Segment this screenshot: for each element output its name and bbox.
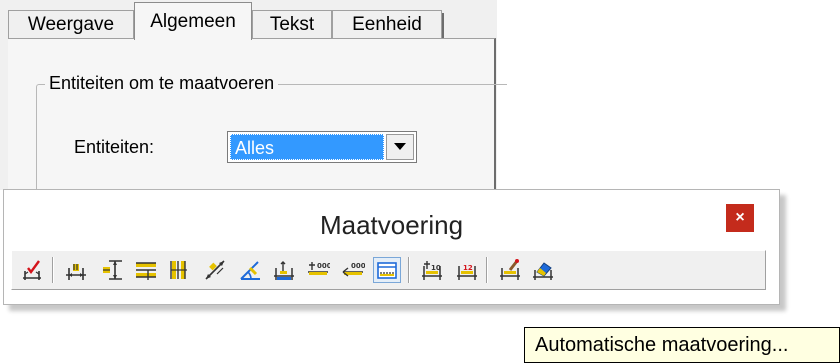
ordinate-dimension-icon bbox=[170, 261, 187, 279]
erase-dimension-button[interactable] bbox=[529, 257, 557, 283]
edit-dimension-text-icon: 10 bbox=[422, 261, 442, 280]
tab-algemeen[interactable]: Algemeen bbox=[134, 2, 252, 40]
entities-select[interactable]: Alles bbox=[227, 131, 417, 163]
tab-tekst[interactable]: Tekst bbox=[252, 10, 332, 38]
svg-text:12: 12 bbox=[463, 264, 473, 272]
vertical-dimension-button[interactable] bbox=[98, 257, 126, 283]
dimension-properties-icon bbox=[500, 259, 520, 280]
erase-dimension-icon bbox=[533, 262, 553, 280]
vertical-ordinate-button[interactable]: 000 bbox=[339, 257, 367, 283]
horizontal-ordinate-icon: 000 bbox=[308, 262, 330, 275]
horizontal-ordinate-button[interactable]: 000 bbox=[304, 257, 332, 283]
vertical-dimension-icon bbox=[103, 260, 122, 280]
tab-shadow bbox=[442, 13, 444, 38]
angular-dimension-button[interactable] bbox=[236, 257, 264, 283]
toolbar-separator bbox=[486, 257, 488, 283]
baseline-dimension-button[interactable] bbox=[132, 257, 160, 283]
tab-weergave[interactable]: Weergave bbox=[8, 10, 134, 38]
tab-label: Algemeen bbox=[150, 10, 236, 32]
close-button[interactable]: × bbox=[726, 204, 754, 232]
auto-dimension-button[interactable] bbox=[373, 257, 401, 283]
svg-text:10: 10 bbox=[431, 264, 441, 272]
group-title: Entiteiten om te maatvoeren bbox=[45, 73, 279, 94]
edit-dimension-text-button[interactable]: 10 bbox=[418, 257, 446, 283]
ordinate-dimension-button[interactable] bbox=[165, 257, 193, 283]
entities-selected-value: Alles bbox=[230, 134, 384, 160]
aligned-dimension-button[interactable] bbox=[201, 257, 229, 283]
horizontal-dimension-icon bbox=[66, 264, 86, 280]
smart-dimension-icon bbox=[23, 260, 41, 280]
vertical-ordinate-icon: 000 bbox=[342, 262, 365, 277]
toolbar-separator bbox=[52, 257, 54, 283]
aligned-dimension-icon bbox=[205, 260, 225, 280]
svg-text:000: 000 bbox=[317, 262, 330, 270]
auto-dimension-icon bbox=[377, 262, 397, 279]
dropdown-arrow-button[interactable] bbox=[386, 134, 414, 160]
tab-label: Tekst bbox=[269, 13, 315, 35]
tooltip: Automatische maatvoering... bbox=[524, 327, 840, 363]
toolbar-title: Maatvoering bbox=[319, 210, 464, 240]
dimension-properties-button[interactable] bbox=[496, 257, 524, 283]
tab-label: Weergave bbox=[27, 13, 115, 35]
baseline-dimension-icon bbox=[136, 262, 156, 280]
chain-dimension-button[interactable] bbox=[270, 257, 298, 283]
entities-label: Entiteiten: bbox=[74, 137, 155, 157]
smart-dimension-button[interactable] bbox=[18, 257, 46, 283]
horizontal-dimension-button[interactable] bbox=[62, 257, 90, 283]
tab-label: Eenheid bbox=[352, 13, 422, 35]
angular-dimension-icon bbox=[240, 261, 260, 280]
close-icon: × bbox=[735, 209, 745, 226]
toolbar-strip: 000 000 10 12 bbox=[11, 250, 766, 290]
chain-dimension-icon bbox=[274, 261, 294, 280]
dimension-style-icon: 12 bbox=[457, 264, 477, 280]
dimension-toolbar-window: Maatvoering × 000 000 10 12 bbox=[3, 189, 780, 305]
tab-eenheid[interactable]: Eenheid bbox=[332, 10, 444, 38]
svg-text:000: 000 bbox=[351, 262, 365, 270]
toolbar-separator bbox=[408, 257, 410, 283]
chevron-down-icon bbox=[394, 143, 406, 150]
dimension-settings-dialog: Weergave Algemeen Tekst Eenheid Entiteit… bbox=[0, 0, 507, 205]
dimension-style-button[interactable]: 12 bbox=[453, 257, 481, 283]
